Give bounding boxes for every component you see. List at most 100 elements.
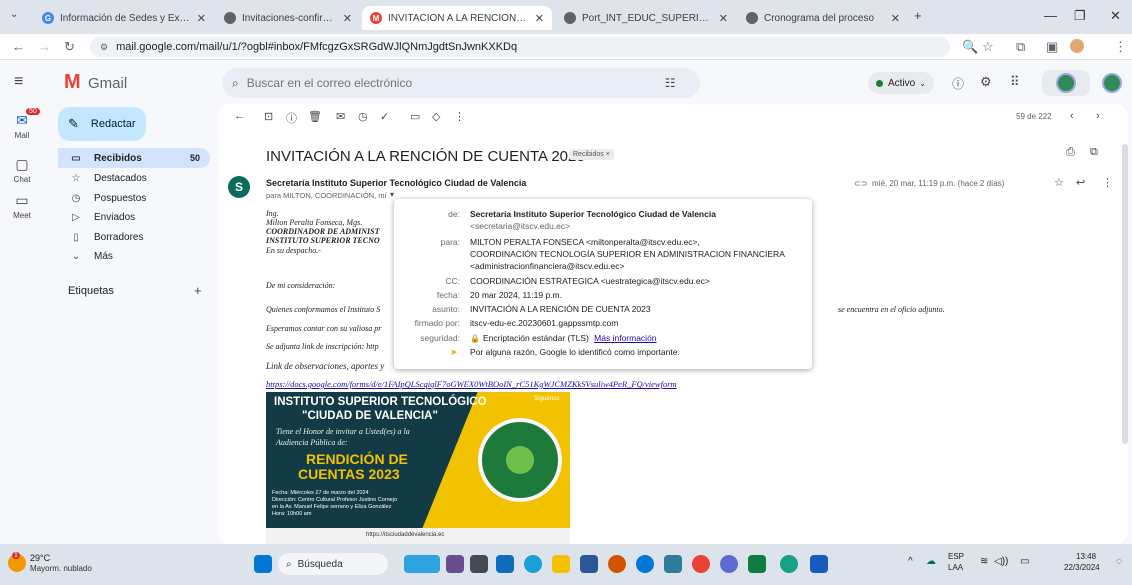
close-tab-icon[interactable]: ✕ xyxy=(343,12,352,25)
url-field[interactable]: ⚙ mail.google.com/mail/u/1/?ogbl#inbox/F… xyxy=(90,37,950,57)
battery-icon[interactable]: ▭ xyxy=(1020,556,1029,567)
search-bar[interactable]: ⌕ ☷ xyxy=(222,68,700,98)
open-new-window-icon[interactable]: ⧉ xyxy=(1090,146,1098,159)
reply-icon[interactable]: ↩ xyxy=(1076,176,1085,189)
main-menu-icon[interactable]: ≡ xyxy=(14,73,23,91)
zoom-icon[interactable]: 🔍 xyxy=(962,39,978,55)
app-icon-taskview[interactable] xyxy=(470,555,488,573)
wifi-icon[interactable]: ≋ xyxy=(980,556,988,567)
reload-icon[interactable]: ↻ xyxy=(64,39,75,55)
app-icon-office[interactable] xyxy=(608,555,626,573)
taskbar-search[interactable]: ⌕ Búsqueda xyxy=(278,553,388,575)
back-icon[interactable]: ← xyxy=(12,39,25,54)
notifications-icon[interactable]: ◌ xyxy=(1116,556,1122,567)
inbox-label-badge[interactable]: Recibidos × xyxy=(569,149,614,160)
language-code[interactable]: ESP xyxy=(948,552,964,561)
app-icon-photos[interactable] xyxy=(664,555,682,573)
sidebar-item-inbox[interactable]: ▭ Recibidos 50 xyxy=(58,148,210,168)
older-icon[interactable]: › xyxy=(1096,110,1100,122)
archive-icon[interactable]: ⊡ xyxy=(264,110,273,123)
sidebar-item-snoozed[interactable]: ◷ Pospuestos xyxy=(58,188,210,208)
app-icon-cortana[interactable] xyxy=(636,555,654,573)
label-icon[interactable]: ◇ xyxy=(432,110,440,123)
newer-icon[interactable]: ‹ xyxy=(1070,110,1074,122)
app-icon-settings[interactable] xyxy=(720,555,738,573)
move-to-icon[interactable]: ▭ xyxy=(410,110,420,123)
add-task-icon[interactable]: ✓ xyxy=(380,110,389,123)
sidebar-item-more[interactable]: ⌄ Más xyxy=(58,246,210,266)
browser-tab-1[interactable]: G Información de Sedes y Extensi ✕ xyxy=(34,6,214,30)
sidebar-item-drafts[interactable]: ▯ Borradores xyxy=(58,227,210,247)
sidepanel-icon[interactable]: ▣ xyxy=(1046,39,1058,55)
bookmark-star-icon[interactable]: ☆ xyxy=(982,39,994,55)
search-input[interactable] xyxy=(246,76,647,90)
scrollbar[interactable] xyxy=(1122,144,1128,444)
forward-icon[interactable]: → xyxy=(38,39,51,54)
profile-avatar[interactable] xyxy=(1070,39,1084,53)
search-options-icon[interactable]: ☷ xyxy=(665,76,676,90)
close-tab-icon[interactable]: ✕ xyxy=(535,12,544,25)
form-link[interactable]: https://docs.google.com/forms/d/e/1FAIpQ… xyxy=(266,379,677,389)
sidebar-item-starred[interactable]: ☆ Destacados xyxy=(58,168,210,188)
app-icon-explorer[interactable] xyxy=(496,555,514,573)
mark-unread-icon[interactable]: ✉ xyxy=(336,110,345,123)
onedrive-icon[interactable]: ☁ xyxy=(926,556,936,567)
app-icon-chrome[interactable] xyxy=(692,555,710,573)
show-hidden-icons-icon[interactable]: ^ xyxy=(908,556,913,567)
sender-avatar[interactable]: S xyxy=(228,176,250,198)
close-tab-icon[interactable]: ✕ xyxy=(197,12,206,25)
tab-search-chevron-icon[interactable]: ⌄ xyxy=(10,9,18,20)
status-selector[interactable]: Activo ⌄ xyxy=(868,72,934,94)
windows-start-icon[interactable] xyxy=(254,555,272,573)
browser-tab-2[interactable]: Invitaciones-confirmacion-y-a ✕ xyxy=(216,6,360,30)
restore-icon[interactable]: ❐ xyxy=(1074,8,1086,24)
more-info-link[interactable]: Más información xyxy=(594,333,656,343)
more-options-icon[interactable]: ⋮ xyxy=(454,110,465,123)
rail-mail[interactable]: ✉ Mail 50 xyxy=(0,108,44,140)
extensions-icon[interactable]: ⧉ xyxy=(1016,39,1025,55)
widgets-icon[interactable] xyxy=(404,555,440,573)
close-tab-icon[interactable]: ✕ xyxy=(891,12,900,25)
close-window-icon[interactable]: ✕ xyxy=(1110,8,1121,24)
add-label-icon[interactable]: + xyxy=(194,283,202,298)
snooze-icon[interactable]: ◷ xyxy=(358,110,368,123)
delete-icon[interactable]: 🗑 xyxy=(308,110,322,123)
help-icon[interactable]: ⓘ xyxy=(952,75,964,92)
browser-tab-3[interactable]: M INVITACIÓN A LA RENCIÓN DE ✕ xyxy=(362,6,552,30)
invitation-poster[interactable]: INSTITUTO SUPERIOR TECNOLÓGICO "CIUDAD D… xyxy=(266,392,570,544)
email-more-icon[interactable]: ⋮ xyxy=(1102,176,1113,189)
volume-icon[interactable]: ◁)) xyxy=(994,556,1008,567)
sender-name[interactable]: Secretaría Instituto Superior Tecnológic… xyxy=(266,178,526,188)
sidebar-item-sent[interactable]: ▷ Enviados xyxy=(58,207,210,227)
app-icon-edge[interactable] xyxy=(524,555,542,573)
keyboard-layout[interactable]: LAA xyxy=(948,563,963,572)
clock-time[interactable]: 13:48 xyxy=(1076,552,1096,561)
browser-tab-5[interactable]: Cronograma del proceso ✕ xyxy=(738,6,908,30)
account-avatar[interactable] xyxy=(1102,73,1122,93)
report-spam-icon[interactable]: ⓘ xyxy=(286,110,297,126)
print-icon[interactable]: ⎙ xyxy=(1066,146,1075,159)
new-tab-icon[interactable]: + xyxy=(914,8,922,23)
star-email-icon[interactable]: ☆ xyxy=(1054,176,1064,189)
browser-menu-icon[interactable]: ⋮ xyxy=(1114,39,1127,55)
show-details-icon[interactable]: ▾ xyxy=(390,190,394,199)
browser-tab-4[interactable]: Port_INT_EDUC_SUPERIOR_out ✕ xyxy=(556,6,736,30)
app-icon-excel[interactable] xyxy=(748,555,766,573)
back-to-inbox-icon[interactable]: ← xyxy=(234,110,245,122)
site-settings-icon[interactable]: ⚙ xyxy=(100,42,108,53)
app-icon-word[interactable] xyxy=(810,555,828,573)
compose-button[interactable]: ✎ Redactar xyxy=(58,107,146,141)
minimize-icon[interactable]: — xyxy=(1044,8,1057,23)
app-icon-folder[interactable] xyxy=(552,555,570,573)
gmail-brand[interactable]: Gmail xyxy=(88,75,127,92)
close-tab-icon[interactable]: ✕ xyxy=(719,12,728,25)
rail-chat[interactable]: ▢ Chat xyxy=(0,156,44,184)
app-icon-store[interactable] xyxy=(580,555,598,573)
clock-date[interactable]: 22/3/2024 xyxy=(1064,563,1100,572)
rail-meet[interactable]: ▭ Meet xyxy=(0,192,44,220)
settings-gear-icon[interactable]: ⚙ xyxy=(980,74,992,90)
search-icon[interactable]: ⌕ xyxy=(232,76,239,91)
apps-grid-icon[interactable]: ⠿ xyxy=(1010,74,1020,90)
app-icon-teams[interactable] xyxy=(446,555,464,573)
app-icon-whatsapp[interactable] xyxy=(780,555,798,573)
